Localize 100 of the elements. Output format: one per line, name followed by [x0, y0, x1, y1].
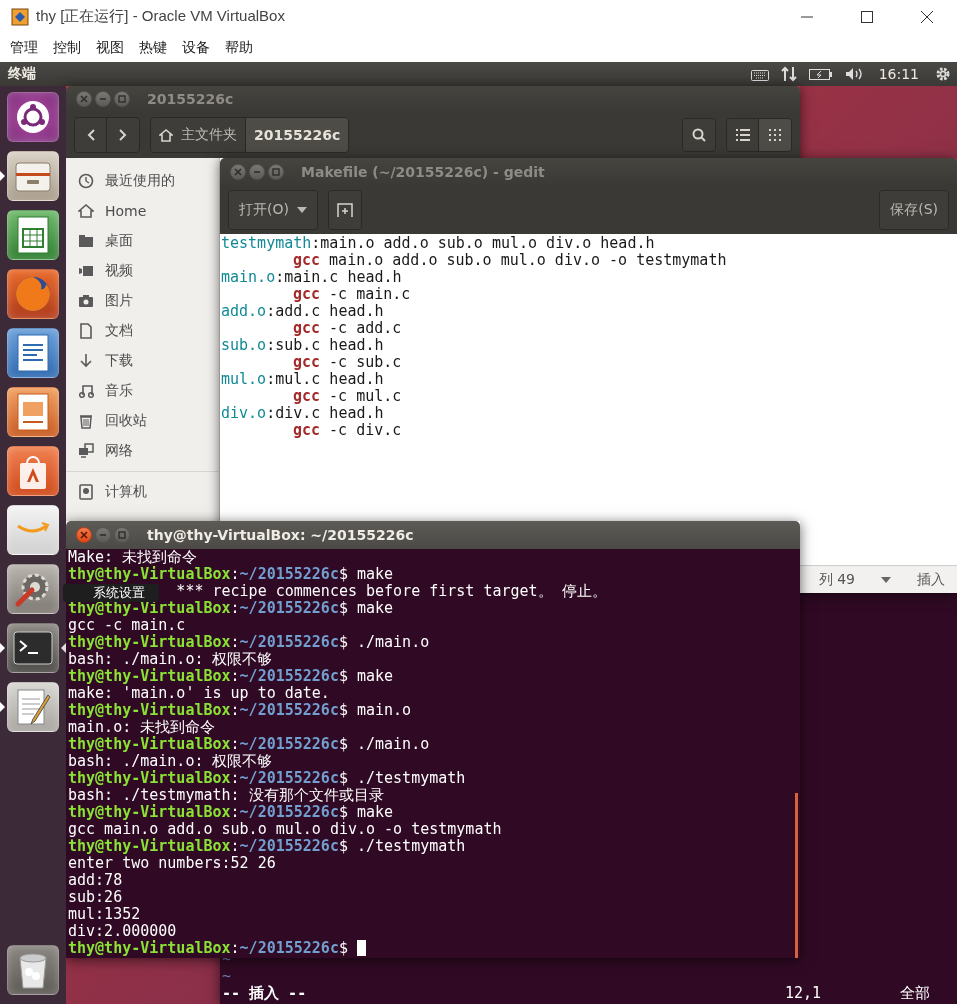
output-line: enter two numbers:52 26: [68, 855, 277, 872]
terminal-icon: [13, 631, 53, 665]
minimize-icon: [253, 168, 261, 176]
home-icon: [159, 128, 173, 142]
prompt-line: thy@thy-VirtualBox:~/20155226c$ make: [68, 600, 395, 617]
output-line: gcc -c main.c: [68, 617, 187, 634]
notepad-pencil-icon: [15, 687, 51, 727]
output-line: gcc main.o add.o sub.o mul.o div.o -o testmymath: [68, 821, 503, 838]
code-line: mul.o:mul.c head.h: [221, 371, 385, 388]
volume-icon[interactable]: [844, 67, 863, 81]
launcher-button[interactable]: [7, 623, 59, 673]
scroll-position: 全部: [900, 985, 931, 1002]
prompt-line: thy@thy-VirtualBox:~/20155226c$ make: [68, 804, 395, 821]
launcher-button[interactable]: [7, 210, 59, 260]
launcher-button[interactable]: [7, 564, 59, 614]
empty-line-marker: ~: [222, 968, 233, 985]
launcher-button[interactable]: [7, 446, 59, 496]
app-logo-icon: [10, 6, 30, 27]
back-button[interactable]: [75, 118, 107, 152]
grid-view-icon: [769, 129, 781, 141]
trash-icon: [78, 413, 94, 429]
column-indicator: 列 49: [818, 570, 855, 589]
settings-icon[interactable]: [935, 66, 951, 82]
close-icon: [234, 168, 242, 176]
scrollbar-thumb[interactable]: [795, 793, 798, 958]
globe-fox-icon: [13, 274, 53, 314]
sidebar-item[interactable]: 计算机: [66, 477, 219, 507]
minimize-icon: [99, 95, 107, 103]
sidebar-item[interactable]: 文档: [66, 316, 219, 346]
launcher-button[interactable]: [7, 682, 59, 732]
output-line: *** recipe commences before first target。 停止。: [176, 582, 607, 600]
minimize-button[interactable]: [95, 527, 111, 543]
open-button[interactable]: 打开(O): [229, 191, 317, 229]
sidebar-item[interactable]: 桌面: [66, 226, 219, 256]
minimize-icon: [99, 531, 107, 539]
sidebar-item[interactable]: 最近使用的: [66, 166, 219, 196]
minimize-button[interactable]: [249, 164, 265, 180]
network-icon: [78, 443, 94, 459]
caret-icon: [296, 207, 307, 213]
code-line: gcc -c div.c: [292, 422, 403, 439]
new-tab-button[interactable]: [328, 191, 361, 229]
launcher-button[interactable]: [7, 945, 59, 995]
close-button[interactable]: [76, 91, 92, 107]
path-button[interactable]: 20155226c: [246, 118, 349, 152]
cursor-position: 12,1: [785, 985, 823, 1002]
path-button[interactable]: 主文件夹: [151, 118, 246, 152]
sidebar-item[interactable]: Home: [66, 196, 219, 226]
menu-item[interactable]: 设备: [182, 38, 210, 57]
sidebar-item[interactable]: 图片: [66, 286, 219, 316]
output-line: bash: ./main.o: 权限不够: [68, 651, 274, 668]
menu-item[interactable]: 控制: [53, 38, 81, 57]
download-icon: [78, 353, 94, 369]
text-cursor: [356, 940, 366, 956]
menu-item[interactable]: 帮助: [225, 38, 253, 57]
prompt-line: thy@thy-VirtualBox:~/20155226c$ ./main.o: [68, 634, 431, 651]
sidebar-item[interactable]: 音乐: [66, 376, 219, 406]
view-button[interactable]: [727, 119, 759, 151]
close-button[interactable]: [230, 164, 246, 180]
menu-item[interactable]: 视图: [96, 38, 124, 57]
keyboard-icon[interactable]: [750, 67, 769, 81]
view-button[interactable]: [759, 119, 791, 151]
save-button[interactable]: 保存(S): [880, 191, 948, 229]
prompt-line: thy@thy-VirtualBox:~/20155226c$ main.o: [68, 702, 413, 719]
mode-indicator: -- 插入 --: [222, 985, 308, 1002]
menu-item[interactable]: 热键: [139, 38, 167, 57]
document-icon: [16, 333, 50, 373]
launcher-button[interactable]: [7, 328, 59, 378]
insert-mode-label: 插入: [917, 570, 945, 589]
forward-button[interactable]: [107, 118, 139, 152]
launcher-button[interactable]: [7, 92, 59, 142]
prompt-line: thy@thy-VirtualBox:~/20155226c$ make: [68, 566, 395, 583]
output-line: mul:1352: [68, 906, 142, 923]
battery-icon[interactable]: [808, 67, 833, 81]
app-name: 终端: [8, 65, 36, 83]
home-icon: [78, 203, 94, 219]
menu-item[interactable]: 管理: [10, 38, 38, 57]
close-button[interactable]: [76, 527, 92, 543]
prompt-line: thy@thy-VirtualBox:~/20155226c$ make: [68, 668, 395, 685]
close-icon: [80, 531, 88, 539]
output-line: make: 'main.o' is up to date.: [68, 685, 331, 702]
search-icon: [692, 128, 706, 142]
window-title: thy [正在运行] - Oracle VM VirtualBox: [36, 7, 285, 26]
output-line: div:2.000000: [68, 923, 178, 940]
prompt-line: thy@thy-VirtualBox:~/20155226c$ ./main.o: [68, 736, 431, 753]
launcher-button[interactable]: [7, 387, 59, 437]
search-button[interactable]: [683, 119, 715, 151]
prompt-line: thy@thy-VirtualBox:~/20155226c$ ./testmymath: [68, 838, 467, 855]
code-line: testmymath:main.o add.o sub.o mul.o div.o head.h: [221, 235, 656, 252]
sidebar-item[interactable]: 网络: [66, 436, 219, 466]
up-down-arrows-icon[interactable]: [780, 66, 797, 82]
code-line: gcc main.o add.o sub.o mul.o div.o -o testmymath: [292, 252, 728, 269]
spreadsheet-icon: [16, 215, 50, 255]
sidebar-item[interactable]: 视频: [66, 256, 219, 286]
tooltip: 系统设置: [63, 584, 159, 602]
sidebar-item[interactable]: 回收站: [66, 406, 219, 436]
minimize-button[interactable]: [95, 91, 111, 107]
clock[interactable]: 16:11: [878, 66, 919, 82]
sidebar-item[interactable]: 下载: [66, 346, 219, 376]
music-note-icon: [78, 383, 94, 399]
launcher-button[interactable]: [7, 151, 59, 201]
